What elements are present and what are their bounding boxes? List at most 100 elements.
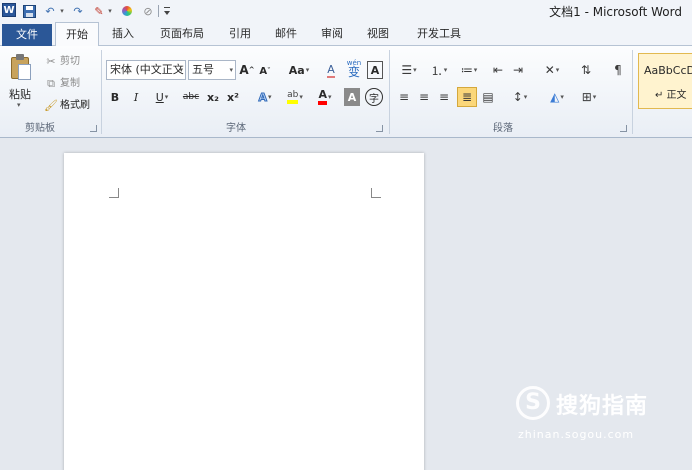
font-color-icon: A bbox=[318, 89, 327, 105]
undo-dropdown-icon[interactable]: ▾ bbox=[58, 3, 66, 19]
clear-formatting-icon[interactable]: A bbox=[322, 61, 340, 79]
font-name-select[interactable]: 宋体 (中文正文 ▾ bbox=[106, 60, 186, 80]
paste-icon[interactable] bbox=[8, 54, 34, 82]
sogou-logo-icon: S bbox=[516, 386, 550, 420]
highlight-button[interactable]: ab ▾ bbox=[282, 88, 308, 106]
clipboard-launcher-icon[interactable] bbox=[90, 125, 97, 132]
chevron-down-icon: ▾ bbox=[229, 66, 233, 74]
shading-button[interactable]: ◭ ▾ bbox=[545, 88, 569, 106]
italic-button[interactable]: I bbox=[129, 88, 143, 106]
margin-corner-mark bbox=[109, 188, 119, 198]
distributed-icon[interactable]: ▤ bbox=[480, 88, 496, 106]
cut-label: 剪切 bbox=[60, 56, 80, 67]
show-marks-icon[interactable]: ¶ bbox=[610, 61, 626, 79]
character-shading-button[interactable]: A bbox=[344, 88, 360, 106]
cut-button[interactable]: ✂ 剪切 bbox=[44, 53, 80, 71]
underline-button[interactable]: U ▾ bbox=[150, 88, 174, 106]
char-border-label: A bbox=[370, 63, 380, 77]
grow-font-button[interactable]: A ^ bbox=[239, 61, 254, 79]
enclose-characters-button[interactable]: 字 bbox=[365, 88, 383, 106]
change-case-button[interactable]: Aa ▾ bbox=[286, 61, 312, 79]
shrink-font-button[interactable]: Aˇ bbox=[259, 62, 271, 80]
format-painter-button[interactable]: 🖌 格式刷 bbox=[44, 97, 90, 115]
brush-dropdown-icon[interactable]: ▾ bbox=[106, 3, 114, 19]
tab-page-layout[interactable]: 页面布局 bbox=[152, 22, 212, 46]
numbering-button[interactable]: ⒈ ▾ bbox=[426, 61, 452, 79]
tab-file[interactable]: 文件 bbox=[2, 24, 52, 46]
font-launcher-icon[interactable] bbox=[376, 125, 383, 132]
paragraph-launcher-icon[interactable] bbox=[620, 125, 627, 132]
strikethrough-button[interactable]: abc bbox=[180, 88, 202, 106]
subscript-button[interactable]: x₂ bbox=[205, 88, 221, 106]
redo-icon[interactable]: ↷ bbox=[72, 3, 84, 19]
font-name-value: 宋体 (中文正文 bbox=[110, 63, 184, 76]
increase-indent-icon[interactable]: ⇥ bbox=[510, 61, 526, 79]
align-center-icon[interactable]: ≡ bbox=[416, 88, 432, 106]
paste-dropdown-icon[interactable]: ▾ bbox=[17, 101, 21, 109]
text-effects-icon: A bbox=[258, 90, 267, 104]
scissors-icon: ✂ bbox=[46, 55, 56, 68]
align-justify-icon[interactable]: ≣ bbox=[457, 87, 477, 107]
chinese-layout-icon: ✕ bbox=[544, 63, 555, 77]
document-page[interactable] bbox=[64, 153, 424, 470]
format-painter-icon: 🖌 bbox=[44, 99, 58, 112]
chinese-layout-button[interactable]: ✕ ▾ bbox=[540, 61, 564, 79]
ribbon: 粘贴 ▾ ✂ 剪切 ⧉ 复制 🖌 格式刷 剪贴板 宋体 (中文正文 ▾ 五号 ▾… bbox=[0, 46, 692, 138]
window-title: 文档1 - Microsoft Word bbox=[549, 5, 682, 19]
margin-corner-mark bbox=[371, 188, 381, 198]
bullets-button[interactable]: ☰ ▾ bbox=[396, 61, 422, 79]
sort-icon[interactable]: ⇅ bbox=[578, 61, 594, 79]
copy-icon: ⧉ bbox=[47, 77, 55, 90]
bullets-icon: ☰ bbox=[401, 63, 413, 77]
text-effects-button[interactable]: A ▾ bbox=[253, 88, 277, 106]
undo-icon[interactable]: ↶ bbox=[44, 3, 56, 19]
group-divider bbox=[389, 50, 390, 134]
decrease-indent-icon[interactable]: ⇤ bbox=[490, 61, 506, 79]
customize-qat-icon[interactable] bbox=[163, 3, 171, 19]
change-case-label: Aa bbox=[288, 63, 305, 77]
color-wheel-icon[interactable] bbox=[121, 3, 133, 19]
style-normal[interactable]: AaBbCcDc ↵ 正文 bbox=[638, 53, 692, 109]
grow-font-label: A bbox=[239, 63, 249, 77]
font-color-button[interactable]: A ▾ bbox=[313, 88, 337, 106]
word-logo-icon[interactable]: W bbox=[2, 3, 16, 17]
pinyin-guide-icon[interactable]: wén 变 bbox=[345, 59, 363, 78]
tab-view[interactable]: 视图 bbox=[360, 22, 396, 46]
numbering-icon: ⒈ bbox=[430, 63, 443, 78]
tab-mailings[interactable]: 邮件 bbox=[268, 22, 304, 46]
multilevel-list-button[interactable]: ≔ ▾ bbox=[456, 61, 482, 79]
font-size-select[interactable]: 五号 ▾ bbox=[188, 60, 236, 80]
highlight-icon: ab bbox=[287, 90, 299, 104]
ribbon-tabs: 文件 开始 插入 页面布局 引用 邮件 审阅 视图 开发工具 bbox=[0, 22, 692, 47]
borders-button[interactable]: ⊞ ▾ bbox=[576, 88, 602, 106]
align-left-icon[interactable]: ≡ bbox=[396, 88, 412, 106]
font-size-value: 五号 bbox=[192, 63, 214, 76]
style-name: ↵ 正文 bbox=[655, 90, 687, 101]
bold-button[interactable]: B bbox=[108, 88, 122, 106]
watermark-name: 搜狗指南 bbox=[556, 394, 649, 419]
paste-button[interactable]: 粘贴 bbox=[9, 86, 31, 102]
tab-home[interactable]: 开始 bbox=[55, 22, 99, 47]
tab-references[interactable]: 引用 bbox=[222, 22, 258, 46]
strike-icon[interactable]: ⊘ bbox=[141, 3, 155, 19]
line-spacing-icon: ↕ bbox=[512, 90, 523, 104]
copy-button[interactable]: ⧉ 复制 bbox=[44, 75, 80, 93]
format-brush-icon[interactable]: ✎ bbox=[92, 3, 106, 19]
tab-insert[interactable]: 插入 bbox=[103, 22, 143, 46]
watermark-url: zhinan.sogou.com bbox=[518, 428, 635, 441]
align-right-icon[interactable]: ≡ bbox=[436, 88, 452, 106]
title-bar: W ↶ ▾ ↷ ✎ ▾ ⊘ 文档1 - Microsoft Word bbox=[0, 0, 692, 22]
font-group-label: 字体 bbox=[226, 123, 246, 134]
clipboard-group-label: 剪贴板 bbox=[25, 123, 55, 134]
sogou-watermark: S 搜狗指南 zhinan.sogou.com bbox=[516, 386, 686, 446]
format-painter-label: 格式刷 bbox=[60, 100, 90, 111]
character-border-icon[interactable]: A bbox=[367, 61, 383, 79]
tab-review[interactable]: 审阅 bbox=[314, 22, 350, 46]
superscript-button[interactable]: x² bbox=[225, 88, 241, 106]
save-icon[interactable] bbox=[22, 3, 36, 19]
group-divider bbox=[632, 50, 633, 134]
group-divider bbox=[101, 50, 102, 134]
tab-developer[interactable]: 开发工具 bbox=[406, 22, 472, 46]
line-spacing-button[interactable]: ↕ ▾ bbox=[508, 88, 532, 106]
style-sample: AaBbCcDc bbox=[644, 64, 692, 77]
